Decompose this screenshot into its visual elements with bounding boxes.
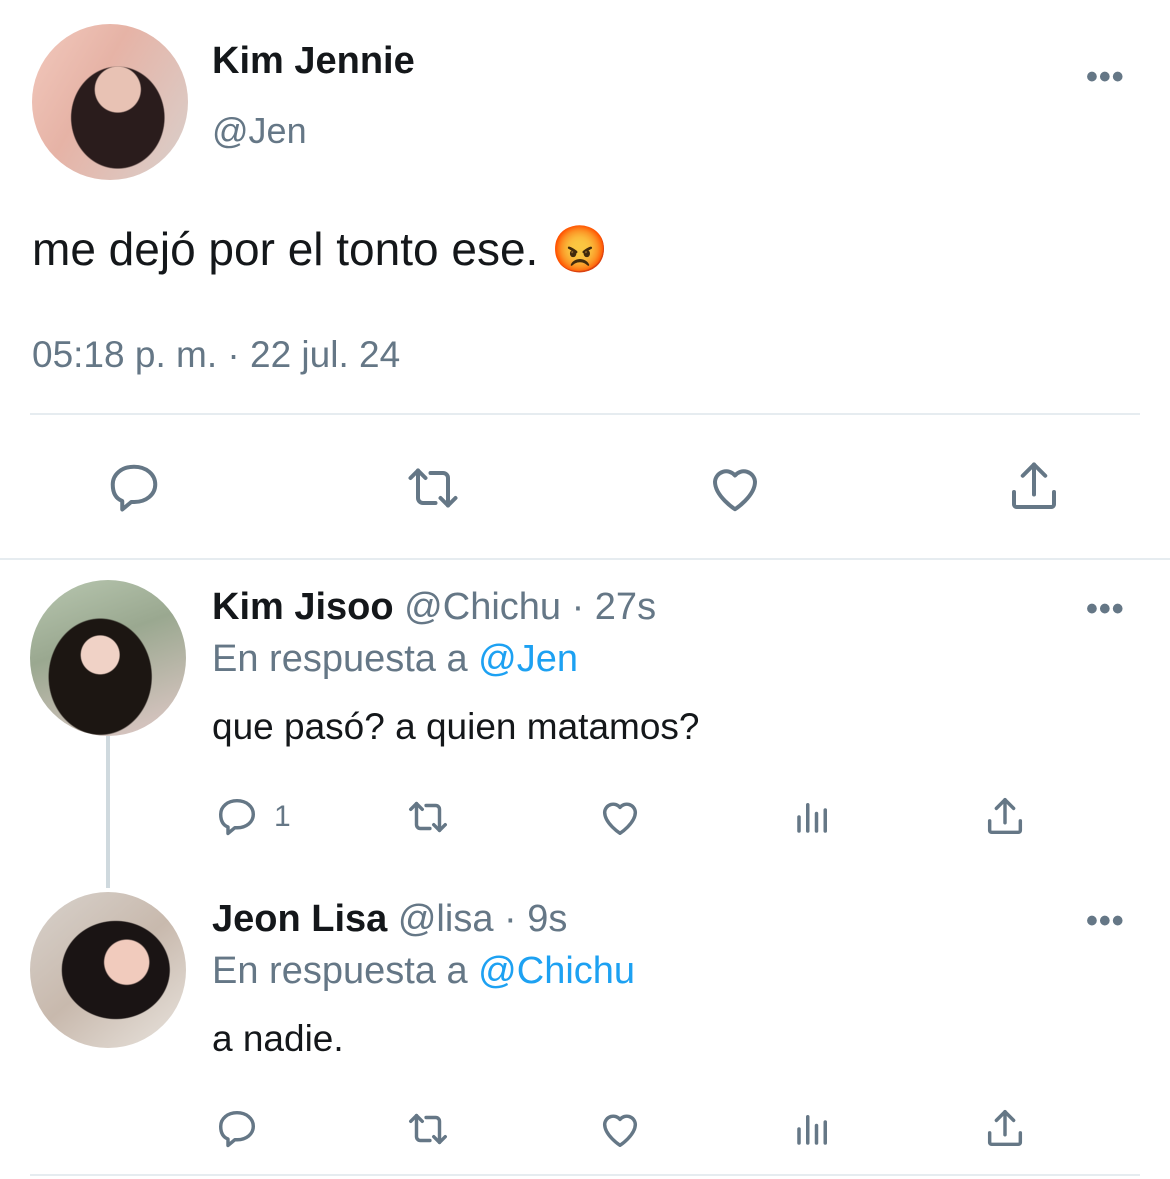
share-icon[interactable] [1004, 456, 1064, 518]
share-icon[interactable] [982, 794, 1028, 840]
section-divider [0, 558, 1170, 560]
reply-prefix: En respuesta a [212, 950, 468, 992]
reply-count: 1 [274, 800, 291, 833]
avatar-jeon-lisa[interactable] [30, 892, 186, 1048]
retweet-icon[interactable] [400, 458, 466, 518]
author-name[interactable]: Kim Jennie [212, 40, 415, 83]
like-icon[interactable] [704, 458, 766, 518]
author-name[interactable]: Kim Jisoo [212, 586, 394, 628]
author-name[interactable]: Jeon Lisa [212, 898, 387, 940]
share-icon[interactable] [982, 1106, 1028, 1152]
reply-header: Jeon Lisa @lisa · 9s [212, 898, 567, 941]
like-icon[interactable] [596, 1106, 644, 1152]
tweet-text: me dejó por el tonto ese. 😡 [32, 222, 608, 277]
reply-context: En respuesta a @Jen [212, 638, 578, 681]
mention-link[interactable]: @Chichu [478, 950, 635, 992]
reply-text: a nadie. [212, 1018, 344, 1059]
thread-line [106, 736, 110, 888]
reply-header: Kim Jisoo @Chichu · 27s [212, 586, 656, 629]
reply-prefix: En respuesta a [212, 638, 468, 680]
avatar-kim-jisoo[interactable] [30, 580, 186, 736]
analytics-icon[interactable] [792, 1108, 834, 1150]
divider [30, 413, 1140, 415]
retweet-icon[interactable] [400, 794, 456, 840]
reply-icon[interactable] [104, 458, 164, 518]
more-icon[interactable]: ••• [1086, 590, 1125, 629]
retweet-icon[interactable] [400, 1106, 456, 1152]
author-meta[interactable]: @lisa · 9s [398, 898, 568, 940]
reply-icon[interactable] [214, 794, 260, 840]
reply-icon[interactable] [214, 1106, 260, 1152]
angry-face-emoji: 😡 [551, 223, 609, 275]
tweet-timestamp[interactable]: 05:18 p. m. · 22 jul. 24 [32, 334, 400, 376]
avatar-kim-jennie[interactable] [32, 24, 188, 180]
more-icon[interactable]: ••• [1086, 902, 1125, 941]
like-icon[interactable] [596, 794, 644, 840]
reply-context: En respuesta a @Chichu [212, 950, 635, 993]
bottom-divider [30, 1174, 1140, 1176]
tweet-text-content: me dejó por el tonto ese. [32, 223, 539, 275]
author-handle[interactable]: @Jen [212, 110, 307, 152]
mention-link[interactable]: @Jen [478, 638, 578, 680]
analytics-icon[interactable] [792, 796, 834, 838]
reply-text: que pasó? a quien matamos? [212, 706, 700, 747]
more-icon[interactable]: ••• [1086, 58, 1125, 97]
author-meta[interactable]: @Chichu · 27s [404, 586, 656, 628]
